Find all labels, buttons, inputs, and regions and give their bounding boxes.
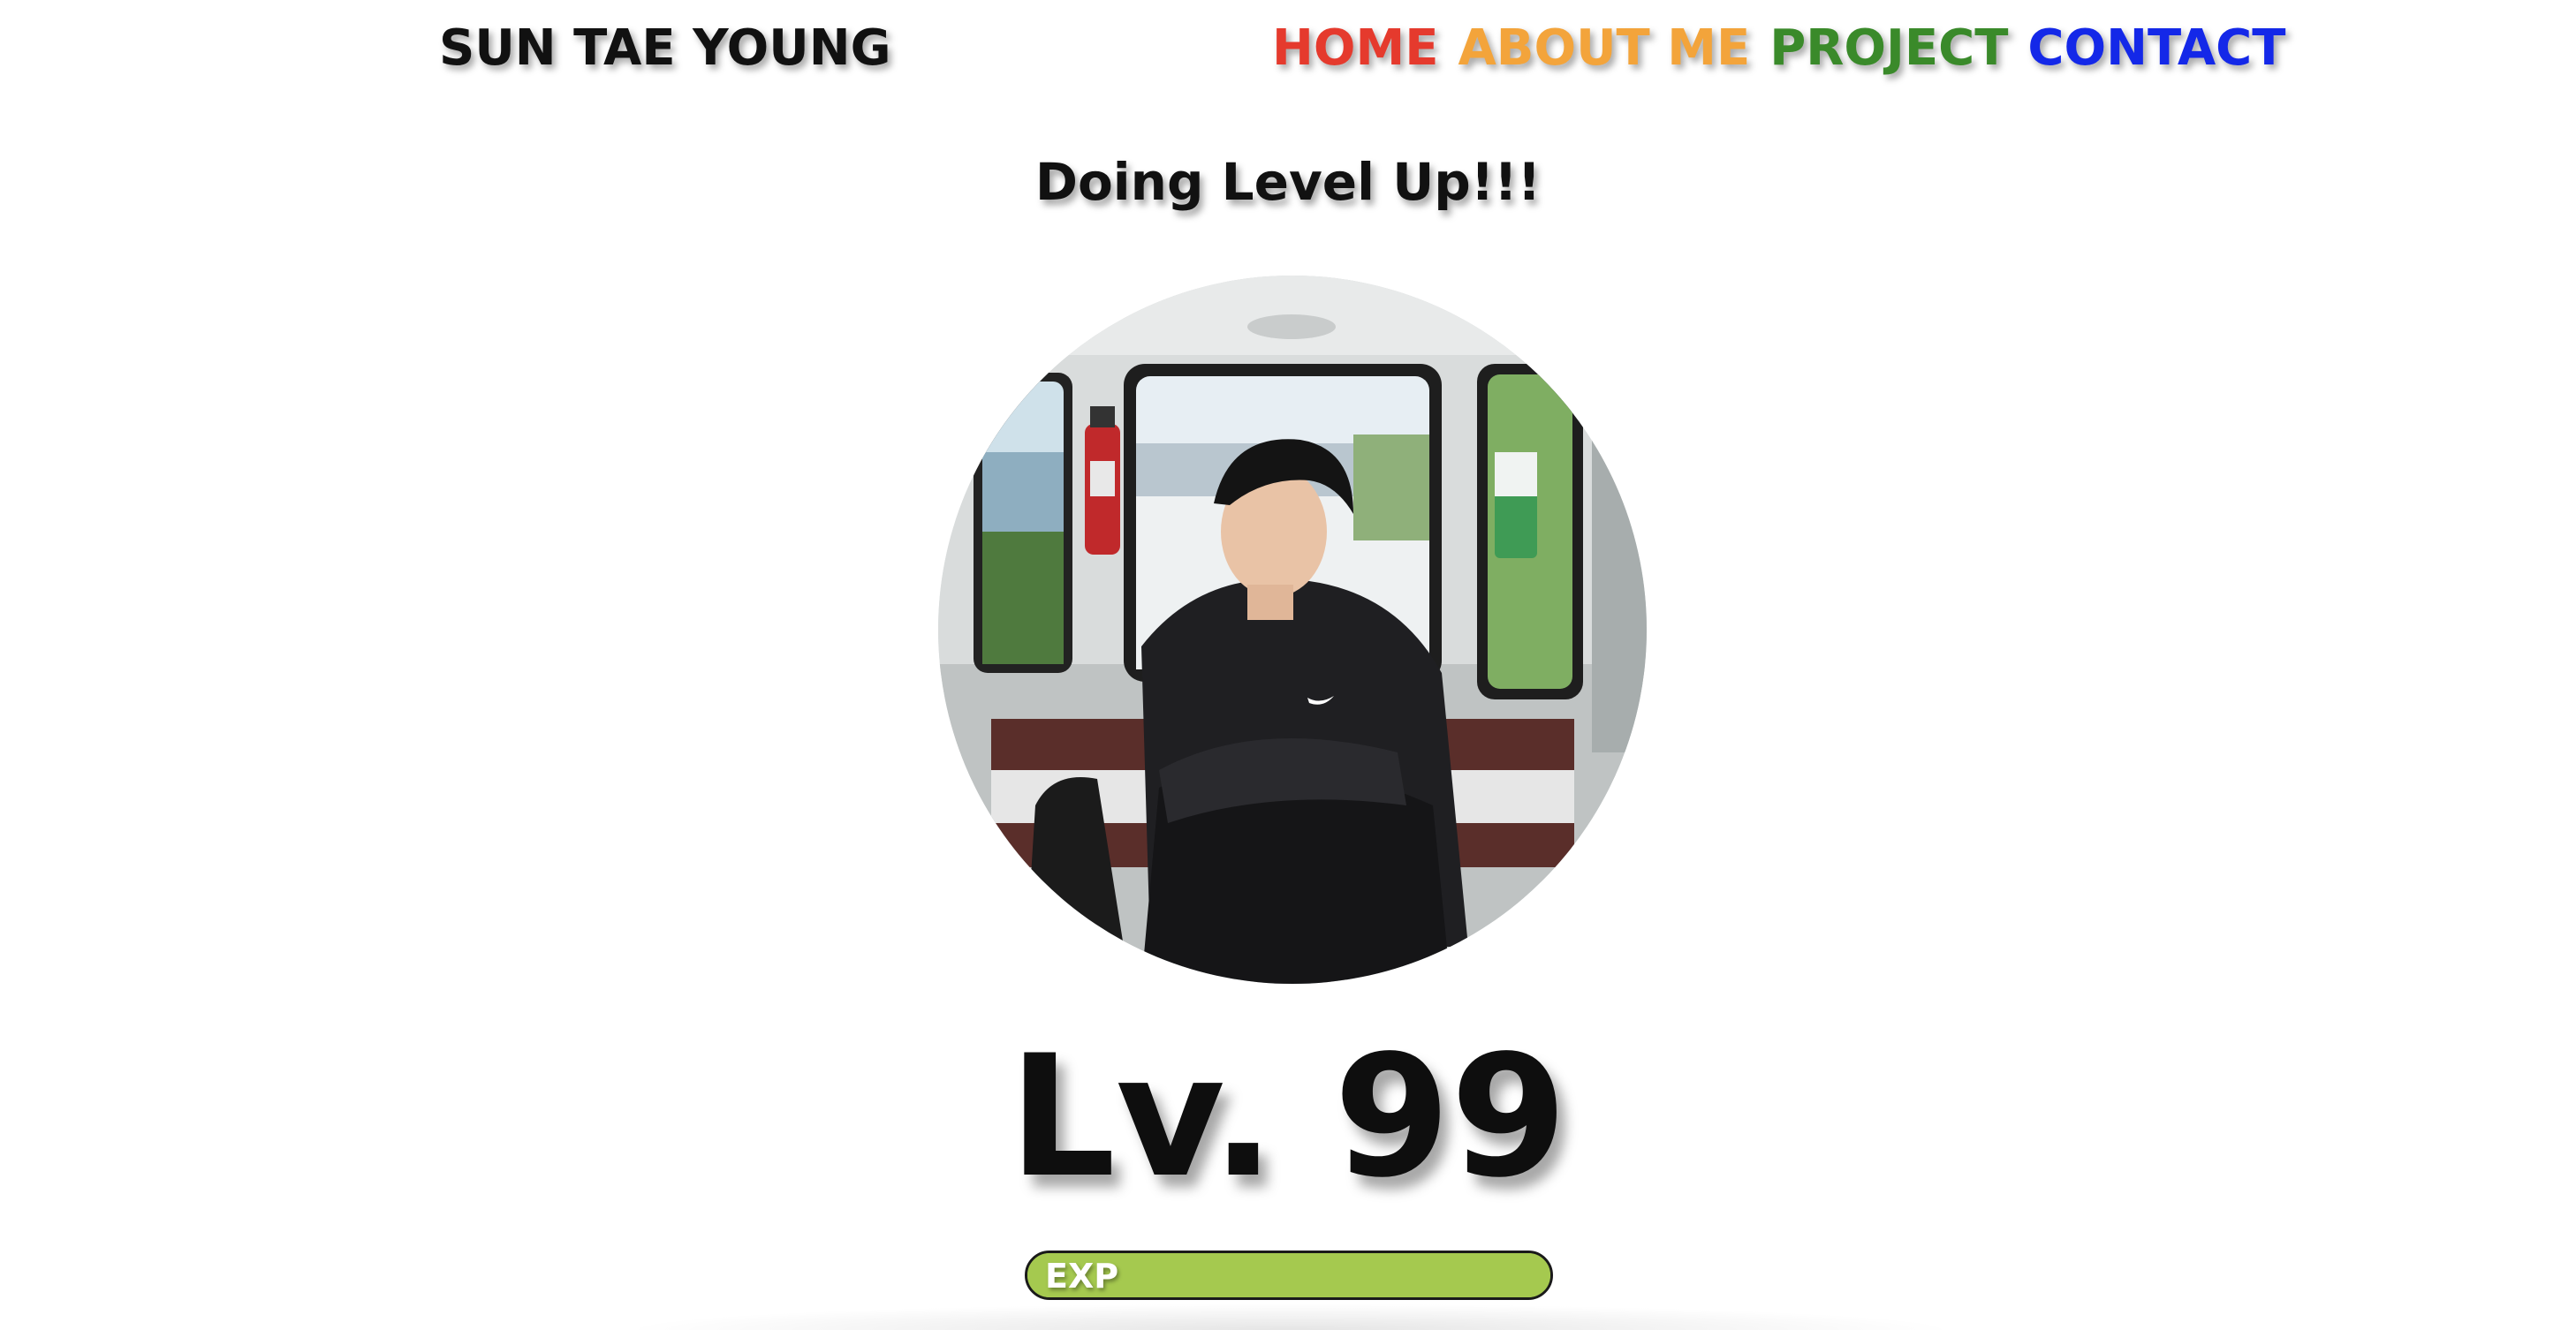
- nav-home-link[interactable]: HOME: [1272, 19, 1438, 77]
- main-nav: HOME ABOUT ME PROJECT CONTACT: [1272, 19, 2285, 77]
- page: SUN TAE YOUNG HOME ABOUT ME PROJECT CONT…: [0, 0, 2576, 1330]
- exp-label: EXP: [1045, 1257, 1119, 1296]
- level-display: Lv. 99: [1008, 1019, 1568, 1214]
- profile-photo: [938, 276, 1647, 984]
- nav-contact-link[interactable]: CONTACT: [2027, 19, 2285, 77]
- nav-about-me-link[interactable]: ABOUT ME: [1458, 19, 1750, 77]
- page-tagline: Doing Level Up!!!: [1034, 152, 1542, 212]
- section-divider-shadow: [618, 1304, 1961, 1330]
- nav-project-link[interactable]: PROJECT: [1769, 19, 2008, 77]
- profile-photo-illustration: [938, 276, 1647, 984]
- site-brand[interactable]: SUN TAE YOUNG: [439, 19, 891, 77]
- exp-progress-bar: EXP: [1025, 1251, 1553, 1300]
